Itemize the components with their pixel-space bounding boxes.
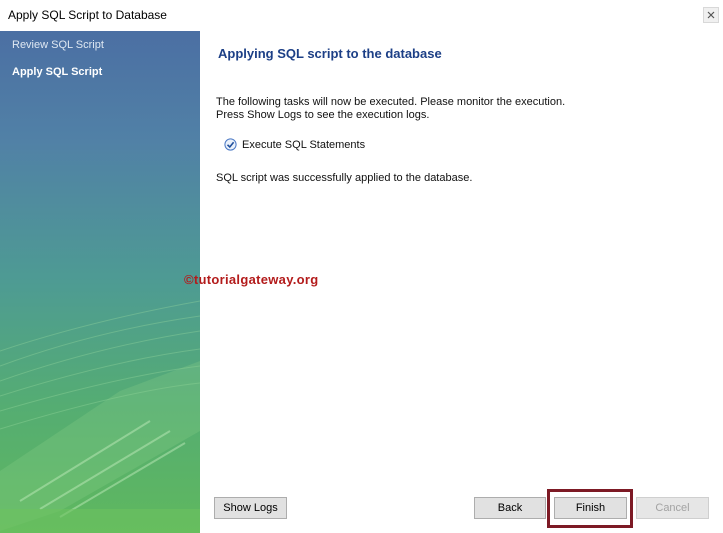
sidebar-item-review-sql-script[interactable]: Review SQL Script [12, 39, 104, 51]
task-label: Execute SQL Statements [242, 138, 366, 151]
sidebar-background-graphic [0, 300, 200, 533]
title-bar: Apply SQL Script to Database [0, 0, 723, 31]
wizard-sidebar: Review SQL Script Apply SQL Script [0, 31, 200, 533]
sidebar-item-apply-sql-script[interactable]: Apply SQL Script [12, 66, 102, 78]
description-text: The following tasks will now be executed… [216, 96, 565, 122]
result-message: SQL script was successfully applied to t… [216, 172, 473, 184]
show-logs-button[interactable]: Show Logs [214, 497, 287, 519]
check-circle-icon [224, 138, 237, 151]
task-row-execute-sql-statements: Execute SQL Statements [224, 138, 365, 151]
watermark: ©tutorialgateway.org [184, 272, 319, 287]
cancel-button[interactable]: Cancel [636, 497, 709, 519]
finish-button[interactable]: Finish [554, 497, 627, 519]
description-line-1: The following tasks will now be executed… [216, 96, 566, 108]
back-button[interactable]: Back [474, 497, 546, 519]
window-title: Apply SQL Script to Database [8, 8, 167, 22]
main-panel: Applying SQL script to the database The … [184, 31, 723, 533]
description-line-2: Press Show Logs to see the execution log… [216, 109, 430, 121]
close-button[interactable] [703, 7, 719, 23]
close-icon [707, 11, 715, 19]
dialog-window: Apply SQL Script to Database Review SQL … [0, 0, 723, 533]
page-title: Applying SQL script to the database [218, 46, 442, 61]
